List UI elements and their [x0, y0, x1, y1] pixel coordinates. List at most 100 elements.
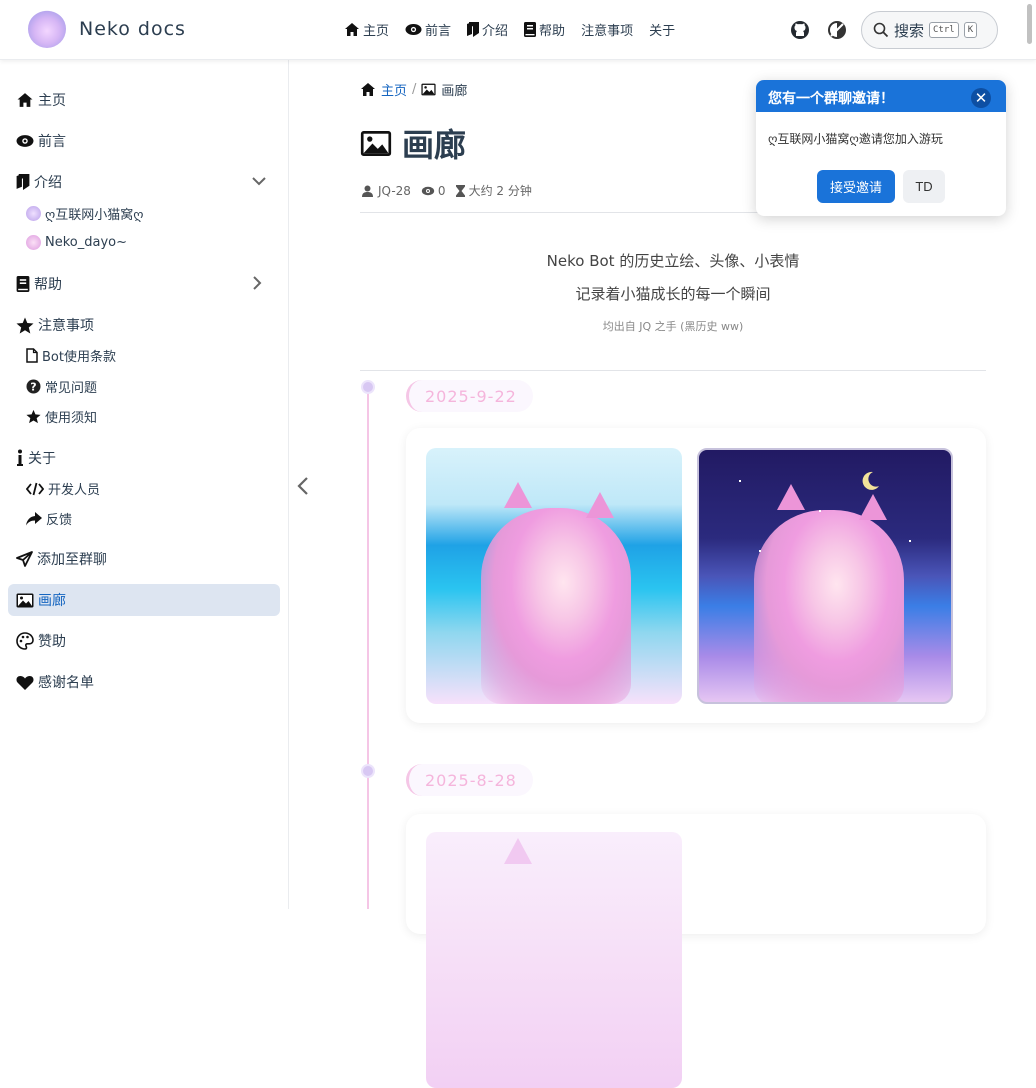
collapse-sidebar-icon[interactable]: [297, 476, 309, 496]
gallery-image-beach[interactable]: [426, 448, 682, 704]
github-icon[interactable]: [790, 20, 810, 40]
page-scrollbar[interactable]: [1027, 4, 1032, 44]
gallery-description: Neko Bot 的历史立绘、头像、小表情: [546, 252, 800, 270]
gallery-image-night[interactable]: [697, 448, 953, 704]
file-icon: [26, 348, 38, 363]
views-count: 0: [437, 183, 446, 198]
sidebar-item-neko-dayo[interactable]: Neko_dayo~: [26, 235, 127, 250]
nav-item-notes[interactable]: 注意事项: [581, 20, 633, 39]
image-icon: [16, 593, 34, 607]
popup-title: 您有一个群聊邀请！: [768, 91, 894, 107]
sidebar-item-gallery[interactable]: 画廊: [16, 590, 66, 610]
eye-icon: [405, 24, 422, 35]
sidebar-item-nest[interactable]: ღ互联网小猫窝ღ: [26, 204, 143, 223]
nav-item-home[interactable]: 主页: [344, 20, 389, 39]
sidebar-item-sponsor[interactable]: 赞助: [16, 631, 66, 651]
sidebar-item-usage-notice[interactable]: 使用须知: [26, 407, 97, 426]
search-label: 搜索: [894, 21, 925, 40]
nav-label: 介绍: [482, 24, 509, 39]
sidebar-item-thanks[interactable]: 感谢名单: [16, 672, 94, 692]
sidebar-item-label: 开发人员: [48, 483, 101, 498]
top-navbar: Neko docs 主页 前言 介绍 帮助 注意事项 关于 搜索 Ctrl K: [0, 0, 1036, 60]
timeline-dot: [361, 380, 375, 394]
sidebar-item-notes[interactable]: 注意事项: [16, 315, 94, 335]
cat-ear: [777, 484, 805, 510]
meta-views: 0: [421, 182, 446, 199]
book-icon: [16, 276, 30, 292]
sidebar-item-home[interactable]: 主页: [16, 90, 66, 110]
star-icon: [26, 409, 41, 424]
svg-text:?: ?: [30, 381, 36, 394]
sidebar-item-label: 介绍: [34, 175, 62, 191]
chevron-down-icon[interactable]: [252, 176, 266, 186]
sidebar-item-label: ღ互联网小猫窝ღ: [45, 208, 144, 223]
character-figure: [481, 508, 631, 704]
avatar-icon: [26, 206, 41, 221]
meta-read-time: 大约 2 分钟: [455, 182, 532, 199]
timeline-dot: [361, 764, 375, 778]
nav-item-preface[interactable]: 前言: [405, 20, 451, 39]
search-box[interactable]: 搜索 Ctrl K: [861, 11, 998, 49]
timeline-date: 2025-8-28: [406, 764, 533, 796]
page-meta: JQ-28 0 大约 2 分钟: [362, 182, 532, 199]
nav-label: 主页: [363, 24, 390, 39]
sidebar: 主页 前言 介绍 ღ互联网小猫窝ღ Neko_dayo~ 帮助 注意事项 Bot…: [0, 60, 289, 909]
home-icon: [17, 93, 33, 107]
site-logo[interactable]: [28, 10, 66, 48]
sidebar-item-feedback[interactable]: 反馈: [26, 509, 72, 528]
group-invite-popup: 您有一个群聊邀请！ ✕ ღ互联网小猫窝ღ邀请您加入游玩 接受邀请 TD: [756, 80, 1006, 216]
info-icon: [17, 449, 23, 466]
breadcrumb-separator: /: [412, 82, 417, 97]
nav-item-intro[interactable]: 介绍: [467, 20, 508, 39]
sidebar-item-developers[interactable]: 开发人员: [26, 479, 100, 498]
sidebar-item-label: 主页: [38, 93, 66, 109]
breadcrumb-home[interactable]: 主页: [381, 80, 407, 99]
timeline-line: [367, 386, 369, 909]
image-icon: [360, 130, 392, 156]
read-time: 大约 2 分钟: [468, 184, 532, 198]
theme-toggle-icon[interactable]: [827, 20, 847, 40]
eye-icon: [421, 186, 435, 195]
cat-ear: [504, 482, 532, 508]
breadcrumb-current: 画廊: [441, 84, 468, 99]
sidebar-item-faq[interactable]: ? 常见问题: [26, 377, 97, 396]
sidebar-item-terms[interactable]: Bot使用条款: [26, 346, 116, 365]
timeline-date: 2025-9-22: [406, 380, 533, 412]
sidebar-item-label: 注意事项: [38, 318, 94, 334]
sidebar-item-label: 前言: [38, 134, 66, 150]
sidebar-item-label: 常见问题: [45, 381, 98, 396]
nav-item-about[interactable]: 关于: [649, 20, 675, 39]
home-icon: [345, 23, 359, 36]
chevron-right-icon[interactable]: [252, 276, 262, 290]
star-dot: [759, 550, 761, 552]
popup-message: ღ互联网小猫窝ღ邀请您加入游玩: [768, 132, 943, 146]
sidebar-item-add-group[interactable]: 添加至群聊: [16, 549, 107, 569]
cat-ear: [504, 838, 532, 864]
gallery-note: 均出自 JQ 之手 (黑历史 ww): [602, 320, 744, 333]
nav-label: 关于: [649, 24, 676, 39]
star-dot: [739, 480, 741, 482]
book-open-icon: [16, 174, 30, 190]
question-icon: ?: [26, 379, 41, 394]
sidebar-item-preface[interactable]: 前言: [16, 131, 66, 151]
book-open-icon: [467, 22, 480, 37]
close-icon[interactable]: ✕: [971, 88, 991, 108]
author-name: JQ-28: [378, 183, 411, 198]
meta-author[interactable]: JQ-28: [362, 182, 411, 199]
share-icon: [26, 511, 42, 525]
sidebar-item-about[interactable]: 关于: [16, 448, 56, 468]
sidebar-item-label: 感谢名单: [38, 675, 94, 691]
nav-item-help[interactable]: 帮助: [524, 20, 565, 39]
nav-label: 帮助: [539, 24, 566, 39]
avatar-icon: [26, 235, 41, 250]
moon-icon: [862, 471, 879, 490]
star-icon: [16, 317, 34, 333]
site-name[interactable]: Neko docs: [79, 18, 186, 40]
sidebar-item-intro[interactable]: 介绍: [16, 172, 62, 192]
td-button[interactable]: TD: [903, 170, 945, 203]
accept-invite-button[interactable]: 接受邀请: [817, 170, 895, 203]
heart-icon: [16, 675, 34, 690]
shortcut-key-k: K: [963, 22, 978, 38]
sidebar-item-help[interactable]: 帮助: [16, 274, 62, 294]
gallery-image-sketch[interactable]: [426, 832, 682, 1088]
